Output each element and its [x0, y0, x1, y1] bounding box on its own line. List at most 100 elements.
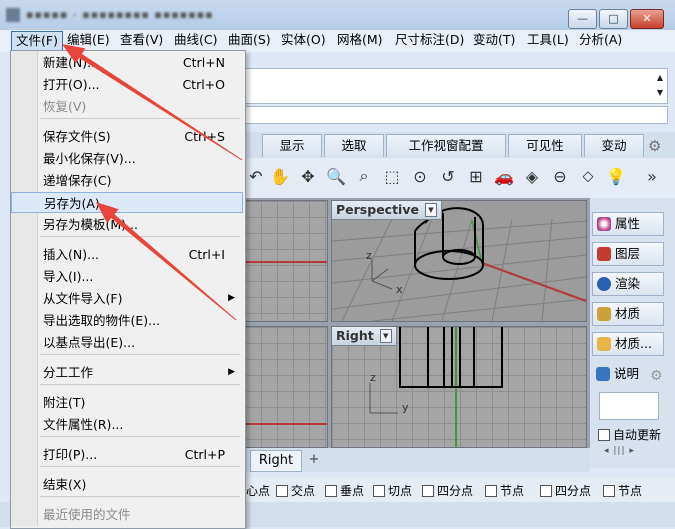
undo-view-icon[interactable]: ↺ [436, 163, 460, 189]
checkbox[interactable] [485, 484, 497, 497]
file-menu-save-as-template[interactable]: 另存为模板(M)... [11, 214, 243, 235]
panel-tab-label: 属性 [615, 216, 641, 231]
menu-mesh[interactable]: 网格(M) [333, 31, 387, 49]
viewport-right[interactable]: Right ▼ z y [331, 326, 587, 448]
viewport-front[interactable] [244, 326, 328, 448]
file-menu-save[interactable]: 保存文件(S) Ctrl+S [11, 126, 243, 147]
toolbar-more-icon[interactable]: » [640, 163, 664, 189]
checkbox[interactable] [422, 484, 434, 497]
panel-tab-render[interactable]: 渲染 [592, 272, 664, 296]
car-icon[interactable]: 🚗 [492, 163, 516, 189]
folder-icon [597, 337, 611, 351]
file-menu-recover: 恢复(V) [11, 96, 243, 117]
minimize-button[interactable]: — [568, 9, 597, 29]
file-menu-save-as[interactable]: 另存为(A)... [11, 192, 243, 213]
zoom-window-icon[interactable]: ⌕ [352, 163, 376, 189]
checkbox[interactable] [540, 484, 552, 497]
checkbox[interactable] [603, 484, 615, 497]
maximize-button[interactable]: □ [599, 9, 628, 29]
menu-separator [40, 384, 240, 385]
menu-file[interactable]: 文件(F) [11, 31, 63, 51]
submenu-arrow-icon: ▶ [228, 367, 235, 377]
menu-item-shortcut: Ctrl+N [182, 55, 225, 70]
viewport-top[interactable] [244, 200, 328, 322]
file-menu-new[interactable]: 新建(N)... Ctrl+N [11, 52, 243, 73]
checkbox[interactable] [276, 484, 288, 497]
auto-update-checkbox[interactable]: 自动更新 [598, 426, 661, 443]
panel-tab-materials-more[interactable]: 材质... [592, 332, 664, 356]
file-menu-import-from-file[interactable]: 从文件导入(F) ▶ [11, 288, 243, 309]
file-menu-export-with-origin[interactable]: 以基点导出(E)... [11, 332, 243, 353]
help-content-box [599, 392, 659, 420]
panel-tab-properties[interactable]: 属性 [592, 212, 664, 236]
panel-tab-materials[interactable]: 材质 [592, 302, 664, 326]
menu-solid[interactable]: 实体(O) [277, 31, 330, 49]
viewport-perspective[interactable]: Perspective ▼ z x [331, 200, 587, 322]
checkbox[interactable] [325, 484, 337, 497]
file-menu-export-selected[interactable]: 导出选取的物件(E)... [11, 310, 243, 331]
osnap-quadrant-2[interactable]: 四分点 [540, 482, 591, 499]
osnap-label: 垂点 [340, 484, 365, 498]
panel-tab-help[interactable]: 说明 [592, 362, 656, 386]
osnap-perpendicular[interactable]: 垂点 [325, 482, 364, 499]
viewport-menu-dropdown-icon[interactable]: ▼ [424, 203, 437, 217]
gear-icon[interactable]: ⚙ [648, 137, 661, 155]
ghosted-icon[interactable]: ◈ [520, 163, 544, 189]
tab-display[interactable]: 显示 [262, 134, 322, 157]
file-menu-print[interactable]: 打印(P)... Ctrl+P [11, 444, 243, 465]
menu-surface[interactable]: 曲面(S) [224, 31, 275, 49]
close-button[interactable]: ✕ [630, 9, 664, 29]
command-history [244, 68, 668, 104]
osnap-knot-2[interactable]: 节点 [603, 482, 642, 499]
osnap-tangent[interactable]: 切点 [373, 482, 412, 499]
command-input[interactable] [244, 106, 668, 124]
file-menu-save-small[interactable]: 最小化保存(V)... [11, 148, 243, 169]
zoom-extents-icon[interactable]: ⬚ [380, 163, 404, 189]
four-viewports-icon[interactable]: ⊞ [464, 163, 488, 189]
file-menu-open[interactable]: 打开(O)... Ctrl+O [11, 74, 243, 95]
set-cplane-icon[interactable]: ⬦ [576, 163, 600, 189]
osnap-center[interactable]: 心点 [246, 482, 270, 499]
tab-select[interactable]: 选取 [324, 134, 384, 157]
file-menu-incremental-save[interactable]: 递增保存(C) [11, 170, 243, 191]
rotate-view-icon[interactable]: ↶ [244, 163, 268, 189]
file-menu-insert[interactable]: 插入(N)... Ctrl+I [11, 244, 243, 265]
viewport-perspective-label[interactable]: Perspective ▼ [332, 201, 442, 220]
menu-tools[interactable]: 工具(L) [523, 31, 573, 49]
command-scroll-arrows[interactable]: ▲ ▼ [655, 70, 665, 100]
file-menu-exit[interactable]: 结束(X) [11, 474, 243, 495]
file-menu-document-properties[interactable]: 文件属性(R)... [11, 414, 243, 435]
panel-scrollbar[interactable]: ◂ ||| ▸ [604, 446, 635, 456]
add-viewport-tab-button[interactable]: + [306, 452, 322, 468]
pan-hand-icon[interactable]: ✋ [268, 163, 292, 189]
osnap-knot[interactable]: 节点 [485, 482, 524, 499]
menu-edit[interactable]: 编辑(E) [63, 31, 114, 49]
osnap-quadrant[interactable]: 四分点 [422, 482, 473, 499]
menu-view[interactable]: 查看(V) [116, 31, 167, 49]
gear-icon[interactable]: ⚙ [650, 368, 663, 384]
viewport-menu-dropdown-icon[interactable]: ▼ [379, 329, 392, 343]
menu-transform[interactable]: 变动(T) [469, 31, 519, 49]
checkbox[interactable] [598, 428, 610, 441]
tab-visibility[interactable]: 可见性 [508, 134, 582, 157]
orbit-icon[interactable]: ✥ [296, 163, 320, 189]
viewport-right-label[interactable]: Right ▼ [332, 327, 397, 346]
file-menu-import[interactable]: 导入(I)... [11, 266, 243, 287]
osnap-label: 节点 [500, 484, 525, 498]
viewport-tab-right[interactable]: Right [250, 450, 302, 472]
panel-tab-label: 材质... [615, 336, 652, 351]
menu-curve[interactable]: 曲线(C) [170, 31, 221, 49]
osnap-intersection[interactable]: 交点 [276, 482, 315, 499]
zoom-in-icon[interactable]: 🔍 [324, 163, 348, 189]
light-bulb-icon[interactable]: 💡 [604, 163, 628, 189]
named-view-icon[interactable]: ⊖ [548, 163, 572, 189]
checkbox[interactable] [373, 484, 385, 497]
menu-dimension[interactable]: 尺寸标注(D) [391, 31, 468, 49]
tab-viewport-layout[interactable]: 工作视窗配置 [386, 134, 506, 157]
file-menu-notes[interactable]: 附注(T) [11, 392, 243, 413]
file-menu-worksession[interactable]: 分工工作 ▶ [11, 362, 243, 383]
tab-transform[interactable]: 变动 [584, 134, 644, 157]
zoom-selected-icon[interactable]: ⊙ [408, 163, 432, 189]
panel-tab-layers[interactable]: 图层 [592, 242, 664, 266]
menu-analyze[interactable]: 分析(A) [575, 31, 626, 49]
